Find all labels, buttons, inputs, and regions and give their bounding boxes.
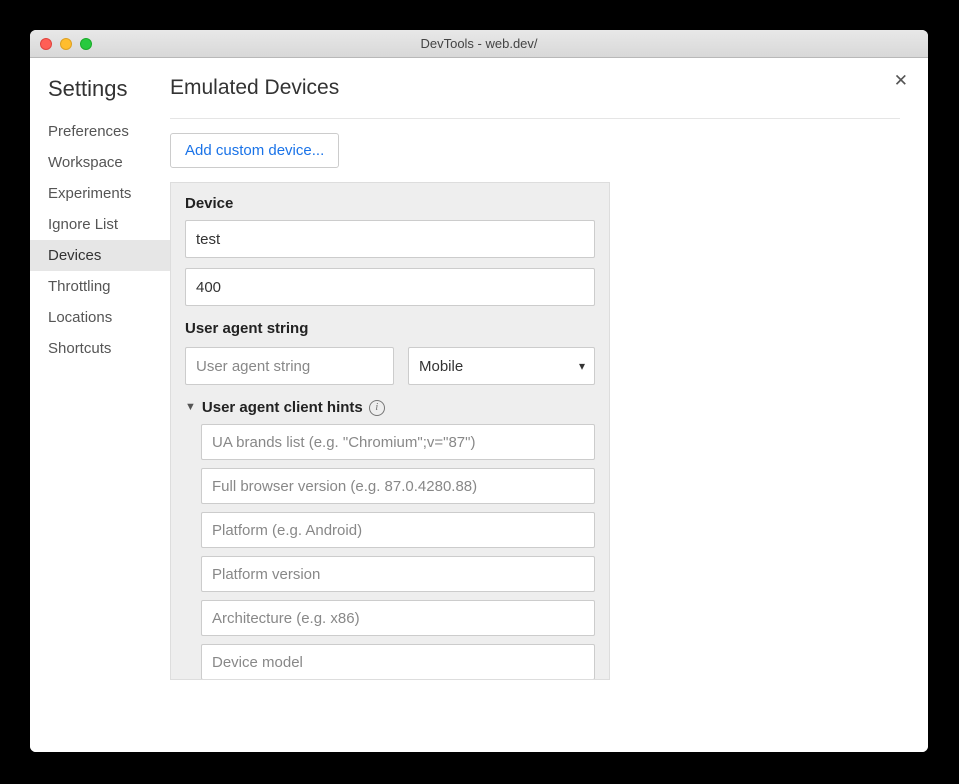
ua-section-label: User agent string — [185, 320, 595, 337]
device-form-panel-wrap: Device User agent string Mobile — [170, 182, 610, 680]
ua-client-hints-toggle[interactable]: ▼ User agent client hints i — [185, 399, 595, 416]
device-width-input[interactable] — [185, 268, 595, 306]
ua-type-select[interactable]: Mobile — [408, 347, 595, 385]
divider — [170, 118, 900, 119]
user-agent-input[interactable] — [185, 347, 394, 385]
close-window-icon[interactable] — [40, 38, 52, 50]
settings-content: ✕ Settings Preferences Workspace Experim… — [30, 58, 928, 752]
window-title: DevTools - web.dev/ — [30, 36, 928, 51]
close-icon[interactable]: ✕ — [894, 72, 908, 89]
zoom-window-icon[interactable] — [80, 38, 92, 50]
titlebar: DevTools - web.dev/ — [30, 30, 928, 58]
sidebar-item-experiments[interactable]: Experiments — [30, 178, 170, 209]
full-browser-version-input[interactable] — [201, 468, 595, 504]
platform-version-input[interactable] — [201, 556, 595, 592]
chevron-down-icon: ▼ — [185, 402, 196, 413]
ua-brands-input[interactable] — [201, 424, 595, 460]
add-custom-device-button[interactable]: Add custom device... — [170, 133, 339, 168]
sidebar-item-devices[interactable]: Devices — [30, 240, 170, 271]
device-model-input[interactable] — [201, 644, 595, 680]
device-height-input[interactable] — [609, 268, 610, 306]
device-section-label: Device — [185, 195, 595, 212]
ua-client-hints-body — [185, 424, 595, 680]
sidebar-item-shortcuts[interactable]: Shortcuts — [30, 333, 170, 364]
ua-client-hints-label: User agent client hints — [202, 399, 363, 416]
sidebar-item-workspace[interactable]: Workspace — [30, 147, 170, 178]
architecture-input[interactable] — [201, 600, 595, 636]
platform-input[interactable] — [201, 512, 595, 548]
settings-heading: Settings — [48, 76, 170, 102]
minimize-window-icon[interactable] — [60, 38, 72, 50]
page-title: Emulated Devices — [170, 76, 900, 100]
sidebar-item-locations[interactable]: Locations — [30, 302, 170, 333]
sidebar-item-ignore-list[interactable]: Ignore List — [30, 209, 170, 240]
device-name-input[interactable] — [185, 220, 595, 258]
app-window: DevTools - web.dev/ ✕ Settings Preferenc… — [30, 30, 928, 752]
traffic-lights — [30, 38, 92, 50]
info-icon[interactable]: i — [369, 400, 385, 416]
sidebar-item-throttling[interactable]: Throttling — [30, 271, 170, 302]
sidebar-item-preferences[interactable]: Preferences — [30, 116, 170, 147]
settings-sidebar: Settings Preferences Workspace Experimen… — [30, 58, 170, 752]
settings-main: Emulated Devices Add custom device... De… — [170, 58, 928, 752]
device-form-panel[interactable]: Device User agent string Mobile — [170, 182, 610, 680]
